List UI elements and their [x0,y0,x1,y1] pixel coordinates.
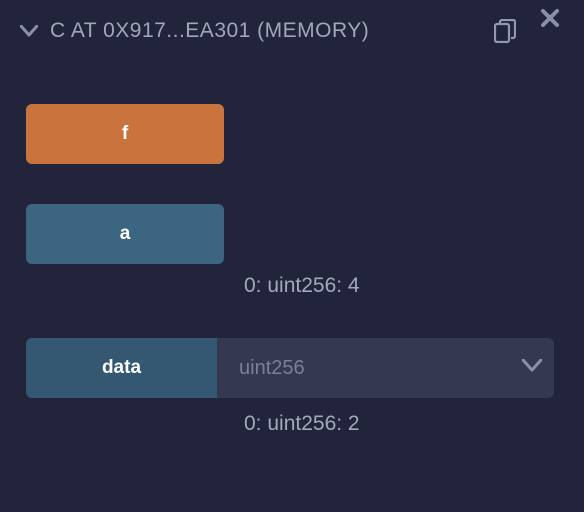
contract-panel: C AT 0X917...EA301 (MEMORY) f a 0: uint2… [0,0,584,512]
copy-icon[interactable] [492,18,518,44]
header-actions [492,18,560,44]
function-f-button[interactable]: f [26,104,224,164]
contract-title: C AT 0X917...EA301 (MEMORY) [50,19,482,43]
chevron-down-icon[interactable] [522,359,542,377]
output-data: 0: uint256: 2 [12,412,572,436]
collapse-icon[interactable] [18,20,40,42]
panel-header: C AT 0X917...EA301 (MEMORY) [12,18,572,64]
output-a: 0: uint256: 4 [12,274,572,298]
data-input[interactable] [217,338,554,398]
function-data-group: data [12,338,572,398]
function-data-button[interactable]: data [26,338,217,398]
close-icon[interactable] [538,6,562,30]
function-a-button[interactable]: a [26,204,224,264]
functions-area: f a [12,104,572,264]
function-a-group: a [26,204,572,264]
